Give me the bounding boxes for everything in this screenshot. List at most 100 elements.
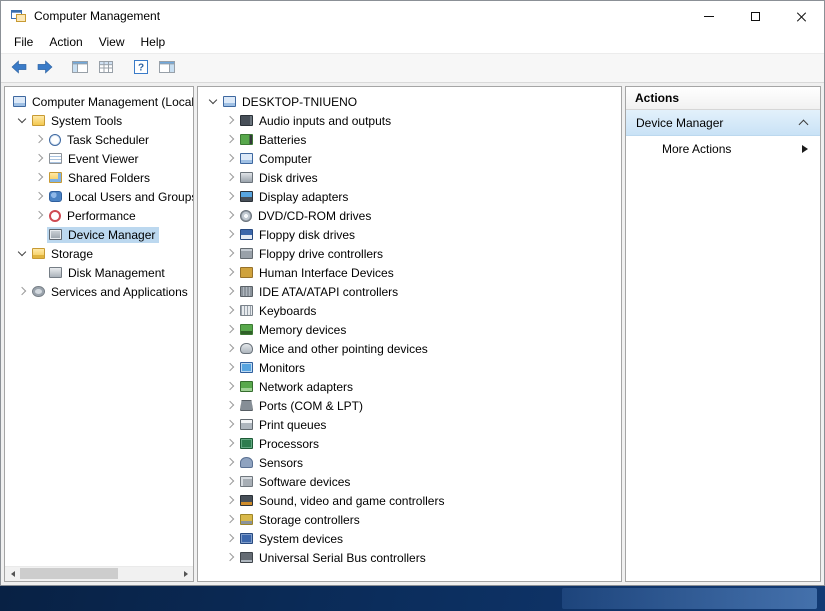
tree-item-content: Mice and other pointing devices [238,341,432,357]
menu-item-view[interactable]: View [91,33,133,51]
action-item-more-actions[interactable]: More Actions [626,136,820,161]
action-item-device-manager[interactable]: Device Manager [626,110,820,136]
chevron-collapsed-icon[interactable] [32,151,47,166]
help-button[interactable]: ? [128,56,154,81]
chevron-collapsed-icon[interactable] [223,398,238,413]
tree-item-computer-management-local[interactable]: Computer Management (Local) [5,92,193,111]
chevron-collapsed-icon[interactable] [223,493,238,508]
batteries-icon [240,134,253,145]
chevron-collapsed-icon[interactable] [223,151,238,166]
chevron-collapsed-icon[interactable] [223,512,238,527]
chevron-collapsed-icon[interactable] [223,303,238,318]
chevron-collapsed-icon[interactable] [32,132,47,147]
software-devices-icon [240,476,253,487]
tree-item-dvd-cd-rom-drives[interactable]: DVD/CD-ROM drives [198,206,621,225]
tree-item-human-interface-devices[interactable]: Human Interface Devices [198,263,621,282]
minimize-button[interactable] [686,1,732,31]
chevron-collapsed-icon[interactable] [32,170,47,185]
chevron-expanded-icon[interactable] [206,94,221,109]
tree-item-floppy-drive-controllers[interactable]: Floppy drive controllers [198,244,621,263]
close-button[interactable] [778,1,824,31]
tree-item-processors[interactable]: Processors [198,434,621,453]
chevron-collapsed-icon[interactable] [223,170,238,185]
properties-button[interactable] [93,56,119,81]
tree-item-batteries[interactable]: Batteries [198,130,621,149]
arrow-right-icon[interactable] [798,143,810,155]
tree-item-network-adapters[interactable]: Network adapters [198,377,621,396]
network-icon [240,381,253,392]
tree-item-memory-devices[interactable]: Memory devices [198,320,621,339]
chevron-collapsed-icon[interactable] [223,265,238,280]
tree-item-display-adapters[interactable]: Display adapters [198,187,621,206]
tree-item-disk-management[interactable]: Disk Management [5,263,193,282]
tree-item-computer[interactable]: Computer [198,149,621,168]
tree-item-ports-com-lpt[interactable]: Ports (COM & LPT) [198,396,621,415]
tree-item-local-users-and-groups[interactable]: Local Users and Groups [5,187,193,206]
tree-item-event-viewer[interactable]: Event Viewer [5,149,193,168]
chevron-collapsed-icon[interactable] [223,379,238,394]
chevron-collapsed-icon[interactable] [32,208,47,223]
chevron-collapsed-icon[interactable] [223,189,238,204]
tree-item-performance[interactable]: Performance [5,206,193,225]
chevron-collapsed-icon[interactable] [223,531,238,546]
tree-item-keyboards[interactable]: Keyboards [198,301,621,320]
tree-item-desktop-tniueno[interactable]: DESKTOP-TNIUENO [198,92,621,111]
tree-item-disk-drives[interactable]: Disk drives [198,168,621,187]
tree-item-mice-and-other-pointing-devices[interactable]: Mice and other pointing devices [198,339,621,358]
tree-item-storage-controllers[interactable]: Storage controllers [198,510,621,529]
tree-item-device-manager[interactable]: Device Manager [5,225,193,244]
tree-item-monitors[interactable]: Monitors [198,358,621,377]
chevron-collapsed-icon[interactable] [223,417,238,432]
chevron-collapsed-icon[interactable] [223,474,238,489]
tree-item-shared-folders[interactable]: Shared Folders [5,168,193,187]
horizontal-scrollbar[interactable] [5,566,193,581]
chevron-collapsed-icon[interactable] [32,189,47,204]
tree-item-universal-serial-bus-controllers[interactable]: Universal Serial Bus controllers [198,548,621,567]
tree-item-print-queues[interactable]: Print queues [198,415,621,434]
chevron-expanded-icon[interactable] [15,246,30,261]
tree-item-services-and-applications[interactable]: Services and Applications [5,282,193,301]
tree-item-label: Floppy drive controllers [259,247,383,261]
chevron-collapsed-icon[interactable] [223,113,238,128]
chevron-up-icon[interactable] [798,117,810,129]
chevron-collapsed-icon[interactable] [223,208,238,223]
scrollbar-track[interactable] [20,567,178,581]
back-button[interactable] [6,56,32,81]
show-hide-console-tree-button[interactable] [67,56,93,81]
tree-item-sensors[interactable]: Sensors [198,453,621,472]
shared-folders-icon [49,172,62,183]
scroll-left-button[interactable] [5,567,20,580]
chevron-collapsed-icon[interactable] [223,132,238,147]
chevron-collapsed-icon[interactable] [223,284,238,299]
tree-item-sound-video-and-game-controllers[interactable]: Sound, video and game controllers [198,491,621,510]
tree-item-ide-ata-atapi-controllers[interactable]: IDE ATA/ATAPI controllers [198,282,621,301]
tree-item-storage[interactable]: Storage [5,244,193,263]
tree-item-content: Print queues [238,417,330,433]
chevron-collapsed-icon[interactable] [223,360,238,375]
maximize-button[interactable] [732,1,778,31]
memory-icon [240,324,253,335]
tree-item-system-tools[interactable]: System Tools [5,111,193,130]
forward-button[interactable] [32,56,58,81]
scroll-right-button[interactable] [178,567,193,580]
tree-item-audio-inputs-and-outputs[interactable]: Audio inputs and outputs [198,111,621,130]
menu-item-action[interactable]: Action [41,33,90,51]
chevron-collapsed-icon[interactable] [223,436,238,451]
show-hide-action-pane-button[interactable] [154,56,180,81]
chevron-collapsed-icon[interactable] [223,246,238,261]
tree-item-system-devices[interactable]: System devices [198,529,621,548]
scrollbar-thumb[interactable] [20,568,118,579]
menu-item-help[interactable]: Help [133,33,174,51]
chevron-collapsed-icon[interactable] [223,455,238,470]
tree-item-floppy-disk-drives[interactable]: Floppy disk drives [198,225,621,244]
chevron-collapsed-icon[interactable] [223,341,238,356]
menu-item-file[interactable]: File [6,33,41,51]
tree-item-software-devices[interactable]: Software devices [198,472,621,491]
tree-item-content: System Tools [30,113,126,129]
chevron-expanded-icon[interactable] [15,113,30,128]
chevron-collapsed-icon[interactable] [223,322,238,337]
chevron-collapsed-icon[interactable] [223,550,238,565]
chevron-collapsed-icon[interactable] [223,227,238,242]
chevron-collapsed-icon[interactable] [15,284,30,299]
tree-item-task-scheduler[interactable]: Task Scheduler [5,130,193,149]
